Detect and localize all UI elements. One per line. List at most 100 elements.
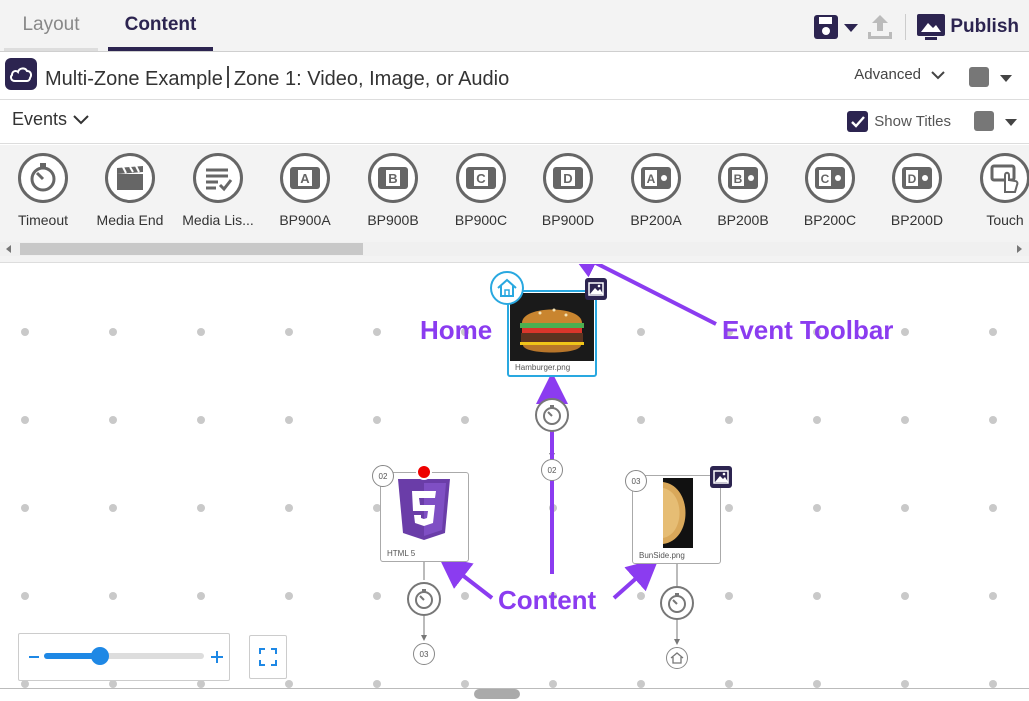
tool-label: BP200A (630, 212, 682, 228)
tab-layout[interactable]: Layout (4, 0, 98, 51)
content-node-html5[interactable]: HTML 5 (380, 472, 469, 562)
event-tool-timeout[interactable]: Timeout (0, 153, 87, 228)
advanced-label: Advanced (854, 66, 921, 83)
tool-label: Media End (96, 212, 164, 228)
button-panel-icon: B (718, 153, 768, 203)
next-link-02[interactable]: 02 (541, 459, 563, 481)
home-icon (497, 278, 517, 297)
chevron-down-icon (931, 70, 945, 79)
panel-letter: D (563, 171, 572, 186)
annotation-arrow (612, 558, 659, 600)
hamburger-thumbnail (510, 293, 594, 361)
button-panel-icon: B (368, 153, 418, 203)
flow-canvas[interactable]: Hamburger.png 02 HTML 5 02 03 BunSide.pn… (0, 264, 1029, 701)
advanced-dropdown[interactable]: Advanced (854, 66, 945, 83)
resize-handle[interactable] (474, 689, 520, 699)
publish-button[interactable]: Publish (916, 13, 1019, 41)
event-tool-bp900d[interactable]: D BP900D (524, 153, 612, 228)
tool-label: Timeout (17, 212, 69, 228)
publish-icon (917, 14, 946, 40)
node-label: BunSide.png (639, 551, 685, 560)
panel-letter: A (647, 172, 656, 186)
zone-settings-button[interactable] (969, 67, 989, 87)
tab-content[interactable]: Content (108, 0, 213, 51)
timer-icon (18, 153, 68, 203)
caret-down-icon[interactable] (1000, 75, 1012, 82)
toolbar-scrollbar[interactable] (0, 242, 1029, 256)
event-tool-bp900b[interactable]: B BP900B (349, 153, 437, 228)
button-panel-icon: D (543, 153, 593, 203)
upload-button[interactable] (865, 12, 895, 42)
panel-letter: A (300, 171, 310, 186)
status-indicator (416, 464, 432, 480)
image-icon (585, 278, 607, 300)
zoom-out-button[interactable] (29, 656, 39, 658)
next-link-home[interactable] (666, 647, 688, 669)
chevron-down-icon[interactable] (843, 21, 859, 33)
content-node-hamburger[interactable]: Hamburger.png (507, 290, 597, 377)
node-label: HTML 5 (387, 549, 416, 558)
zone-title: Multi-Zone Example Zone 1: Video, Image, … (45, 66, 509, 91)
event-tool-touch[interactable]: Touch (961, 153, 1029, 228)
panel-letter: D (908, 172, 917, 186)
timer-icon[interactable] (535, 398, 569, 432)
touch-icon (980, 153, 1029, 203)
button-panel-icon: A (631, 153, 681, 203)
event-tool-bp900c[interactable]: C BP900C (437, 153, 525, 228)
upload-icon (868, 15, 893, 39)
list-check-icon (193, 153, 243, 203)
fullscreen-icon (259, 648, 277, 666)
show-titles-toggle[interactable]: Show Titles (847, 111, 951, 132)
fit-to-screen-button[interactable] (249, 635, 287, 679)
home-icon (670, 652, 684, 664)
events-bar: Events Show Titles (0, 100, 1029, 144)
topbar-actions: Publish (813, 10, 1019, 44)
event-tool-bp200a[interactable]: A BP200A (612, 153, 700, 228)
zoom-slider-handle[interactable] (91, 647, 109, 665)
zoom-in-button[interactable] (211, 651, 223, 663)
presentation-name: Multi-Zone Example (45, 68, 223, 90)
show-titles-checkbox[interactable] (847, 111, 869, 132)
event-tool-bp900a[interactable]: A BP900A (261, 153, 349, 228)
save-button[interactable] (813, 14, 859, 40)
node-number: 03 (625, 470, 647, 492)
events-settings-button[interactable] (974, 111, 994, 131)
floppy-disk-icon (814, 15, 839, 39)
bunside-thumbnail (663, 478, 693, 548)
event-tool-media-list[interactable]: Media Lis... (174, 153, 262, 228)
cloud-icon (5, 58, 37, 90)
zoom-control (18, 633, 230, 681)
events-dropdown[interactable]: Events (12, 109, 89, 130)
event-tool-media-end[interactable]: Media End (86, 153, 174, 228)
caret-down-icon[interactable] (1005, 119, 1017, 126)
button-panel-icon: A (280, 153, 330, 203)
button-panel-icon: C (456, 153, 506, 203)
tool-label: BP900D (541, 212, 595, 228)
panel-letter: B (388, 171, 397, 186)
image-icon (710, 466, 732, 488)
events-label: Events (12, 109, 68, 129)
content-node-bunside[interactable]: BunSide.png (632, 475, 721, 564)
event-toolbar: Timeout Media End Media Lis... A BP900A … (0, 145, 1029, 263)
clapperboard-icon (105, 153, 155, 203)
annotation-arrow (438, 556, 494, 600)
zoom-slider-track[interactable] (44, 647, 204, 665)
timer-icon[interactable] (407, 582, 441, 616)
top-tab-bar: Layout Content Publish (0, 0, 1029, 52)
publish-label: Publish (950, 16, 1019, 37)
show-titles-label: Show Titles (874, 113, 951, 130)
timer-icon[interactable] (660, 586, 694, 620)
event-tool-bp200b[interactable]: B BP200B (699, 153, 787, 228)
title-divider (226, 66, 229, 88)
scroll-left-arrow[interactable] (6, 245, 11, 253)
annotation-home: Home (420, 315, 493, 345)
event-tool-bp200c[interactable]: C BP200C (786, 153, 874, 228)
event-tool-bp200d[interactable]: D BP200D (873, 153, 961, 228)
scrollbar-thumb[interactable] (20, 243, 363, 255)
button-panel-icon: C (805, 153, 855, 203)
scroll-right-arrow[interactable] (1017, 245, 1022, 253)
node-label: Hamburger.png (515, 363, 571, 372)
tool-label: BP200C (803, 212, 857, 228)
panel-letter: C (476, 171, 486, 186)
next-link-03[interactable]: 03 (413, 643, 435, 665)
